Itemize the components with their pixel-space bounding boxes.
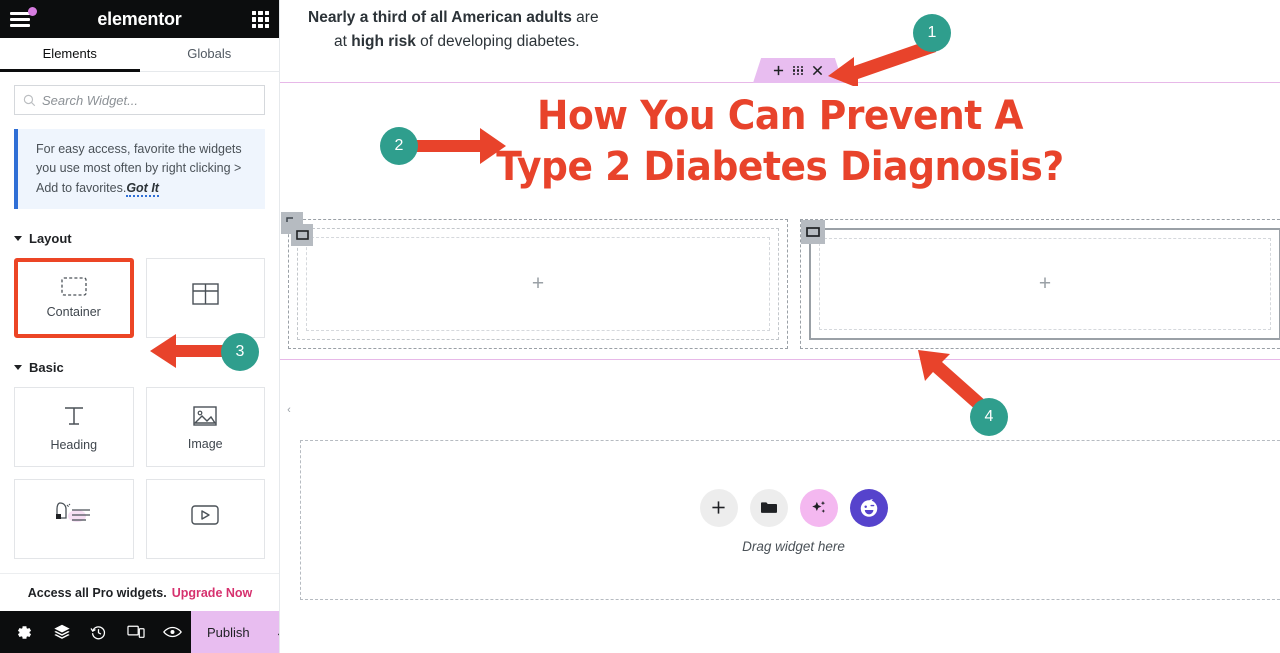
- heading-text-icon: [64, 406, 83, 425]
- container-toolbar: [753, 58, 843, 83]
- section-header-layout[interactable]: Layout: [0, 231, 279, 246]
- basic-widget-grid: Heading Image: [0, 375, 279, 560]
- intro-line2-bold: high risk: [351, 33, 416, 51]
- notification-dot: [28, 7, 37, 16]
- chevron-left-icon[interactable]: ‹: [282, 399, 296, 421]
- intro-line1-bold: Nearly a third of all American adults: [308, 9, 572, 26]
- history-clock-icon[interactable]: [80, 611, 117, 653]
- drag-handle-dots-icon[interactable]: [793, 65, 803, 76]
- tab-globals[interactable]: Globals: [140, 38, 280, 72]
- page-headline[interactable]: How You Can Prevent A Type 2 Diabetes Di…: [310, 91, 1250, 193]
- elements-panel: elementor Elements Globals For easy acce…: [0, 0, 280, 653]
- search-input[interactable]: [42, 92, 256, 108]
- elementor-editor: elementor Elements Globals For easy acce…: [0, 0, 1280, 653]
- settings-gear-icon[interactable]: [6, 611, 43, 653]
- close-x-icon[interactable]: [812, 65, 823, 76]
- pro-upgrade-bar: Access all Pro widgets. Upgrade Now: [0, 573, 279, 611]
- marker-number: 1: [927, 24, 937, 41]
- upgrade-now-link[interactable]: Upgrade Now: [172, 586, 253, 600]
- widget-text-editor[interactable]: [14, 479, 134, 560]
- drag-widget-label: Drag widget here: [742, 538, 845, 554]
- ai-sparkles-button[interactable]: [799, 488, 838, 527]
- grid-icon: [192, 282, 219, 305]
- search-section: [0, 72, 279, 115]
- annotation-marker-3: 3: [221, 333, 259, 371]
- inner-container-left[interactable]: +: [297, 228, 779, 340]
- image-icon: [193, 405, 217, 426]
- chevron-down-icon: [14, 236, 22, 242]
- drop-zone-left-container[interactable]: +: [281, 212, 788, 349]
- marker-number: 2: [394, 137, 404, 154]
- hamburger-menu-icon[interactable]: [10, 7, 37, 29]
- panel-tabs: Elements Globals: [0, 38, 279, 72]
- widget-label-container: Container: [46, 305, 101, 320]
- got-it-link[interactable]: Got It: [126, 180, 159, 197]
- drag-widget-content: Drag widget here: [301, 441, 1280, 601]
- pro-bar-text: Access all Pro widgets.: [27, 585, 167, 600]
- chevron-up-icon[interactable]: [266, 611, 279, 653]
- editor-canvas: Nearly a third of all American adults ar…: [280, 0, 1280, 653]
- headline-line2: Type 2 Diabetes Diagnosis?: [496, 144, 1064, 191]
- marker-number: 4: [984, 408, 994, 425]
- marker-number: 3: [235, 343, 245, 360]
- plus-icon[interactable]: [773, 65, 784, 76]
- editor-bottom-bar: Publish: [0, 611, 279, 653]
- chevron-down-icon: [14, 365, 22, 371]
- drag-widget-buttons: [699, 488, 888, 527]
- widget-label-image: Image: [187, 436, 223, 451]
- tab-elements[interactable]: Elements: [0, 38, 140, 72]
- intro-line1-rest: are: [571, 9, 599, 26]
- layout-widget-grid: Container: [0, 246, 279, 339]
- widget-grid[interactable]: [145, 258, 265, 339]
- widget-container[interactable]: Container: [14, 258, 134, 339]
- widget-video[interactable]: [145, 479, 265, 560]
- add-element-button[interactable]: [699, 488, 738, 527]
- container-icon: [61, 277, 87, 296]
- favorites-notice: For easy access, favorite the widgets yo…: [14, 129, 265, 210]
- plus-icon[interactable]: +: [532, 272, 544, 296]
- apps-grid-icon[interactable]: [252, 11, 269, 28]
- drag-widget-drop-zone[interactable]: Drag widget here: [300, 440, 1280, 600]
- responsive-devices-icon[interactable]: [117, 611, 154, 653]
- annotation-marker-1: 1: [913, 14, 951, 52]
- container-handle-inner-left[interactable]: [291, 224, 313, 246]
- intro-paragraph: Nearly a third of all American adults ar…: [280, 0, 1280, 54]
- intro-line2-pre: at: [334, 33, 352, 51]
- widget-image[interactable]: Image: [145, 387, 265, 468]
- elementor-logo-text: elementor: [97, 8, 182, 29]
- publish-button[interactable]: Publish: [191, 611, 266, 653]
- search-icon: [23, 94, 36, 106]
- ai-assistant-face-button[interactable]: [849, 488, 888, 527]
- search-box[interactable]: [14, 85, 265, 115]
- navigator-layers-icon[interactable]: [43, 611, 80, 653]
- text-editor-icon: [55, 501, 90, 522]
- annotation-marker-4: 4: [970, 398, 1008, 436]
- inner-container-right[interactable]: +: [809, 228, 1280, 340]
- widget-heading[interactable]: Heading: [14, 387, 134, 468]
- publish-group: Publish: [191, 611, 279, 653]
- preview-eye-icon[interactable]: [154, 611, 191, 653]
- video-play-icon: [191, 504, 219, 525]
- headline-line1: How You Can Prevent A: [536, 93, 1024, 139]
- container-handle-right[interactable]: [801, 220, 825, 244]
- section-title-basic: Basic: [29, 360, 64, 376]
- annotation-marker-2: 2: [380, 127, 418, 165]
- widget-label-heading: Heading: [50, 437, 98, 452]
- intro-line2-rest: of developing diabetes.: [415, 33, 580, 51]
- panel-header: elementor: [0, 0, 279, 38]
- bottom-bar-icons: [0, 611, 191, 653]
- section-container[interactable]: How You Can Prevent A Type 2 Diabetes Di…: [280, 58, 1280, 416]
- template-folder-button[interactable]: [749, 488, 788, 527]
- section-title-layout: Layout: [29, 231, 72, 247]
- plus-icon[interactable]: +: [1039, 272, 1051, 296]
- drop-zone-right-container[interactable]: +: [800, 219, 1280, 349]
